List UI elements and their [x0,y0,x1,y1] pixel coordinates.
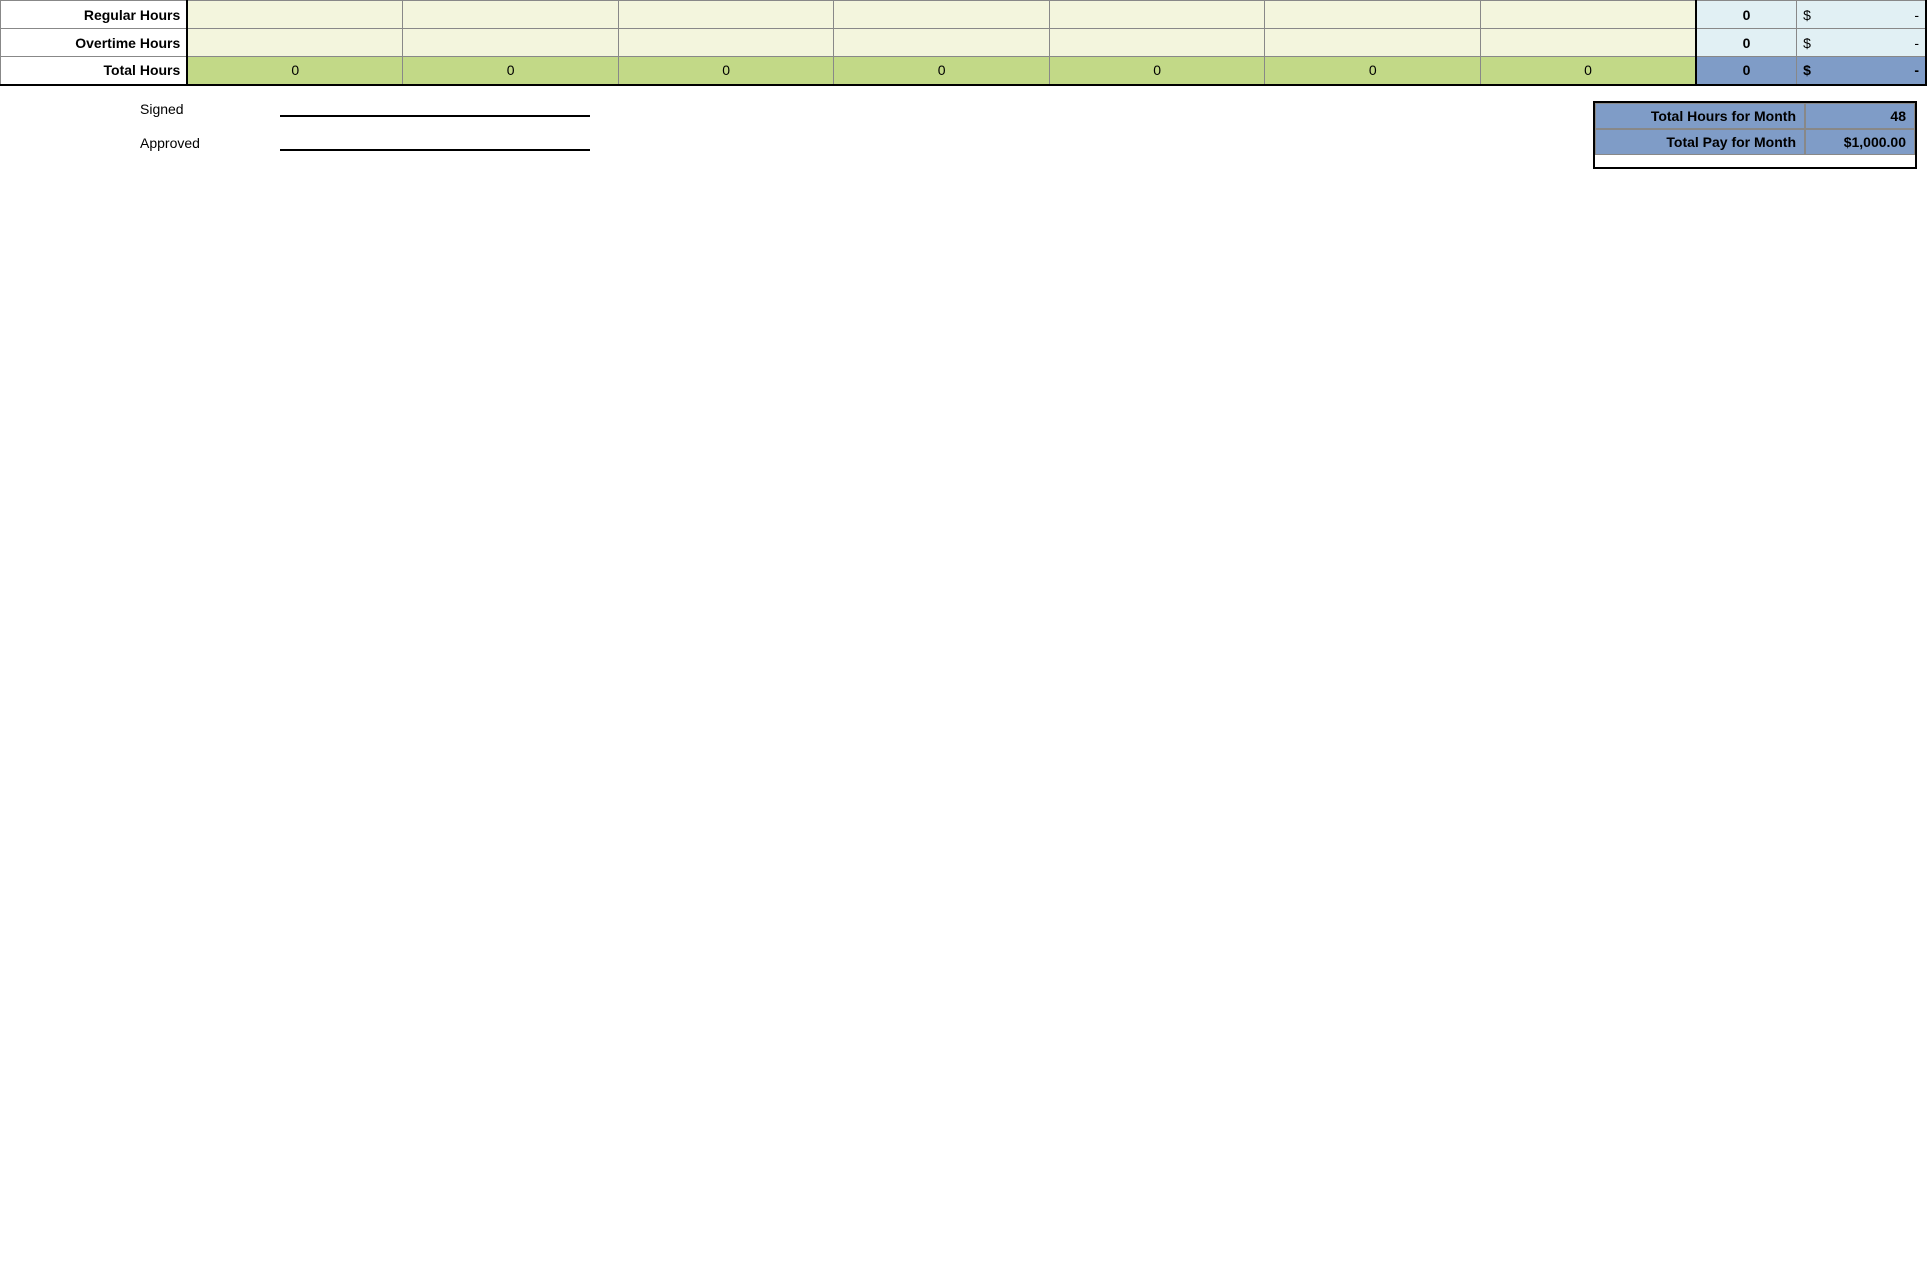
ot-cell[interactable] [1265,29,1481,57]
total-pay-month-value: $1,000.00 [1805,129,1915,155]
tot-cell: 0 [187,57,403,85]
footer-section: Signed Approved Total Hours for Month48 … [0,86,1927,169]
week-ot-total: 0 [1696,29,1797,57]
tot-cell: 0 [403,57,619,85]
overtime-hours-label: Overtime Hours [1,29,188,57]
reg-cell[interactable] [403,1,619,29]
tot-cell: 0 [618,57,834,85]
ot-cell[interactable] [1480,29,1696,57]
total-hours-month-label: Total Hours for Month [1595,103,1805,129]
reg-cell[interactable] [1480,1,1696,29]
signed-label: Signed [140,101,280,117]
tot-cell: 0 [1480,57,1696,85]
ot-cell[interactable] [187,29,403,57]
reg-cell[interactable] [834,1,1050,29]
tot-cell: 0 [1049,57,1265,85]
reg-cell[interactable] [187,1,403,29]
total-hours-month-value: 48 [1805,103,1915,129]
week-ot-pay: $- [1797,29,1926,57]
reg-cell[interactable] [618,1,834,29]
week-reg-total: 0 [1696,1,1797,29]
reg-cell[interactable] [1265,1,1481,29]
signed-line[interactable] [280,115,590,117]
total-hours-label: Total Hours [1,57,188,85]
total-pay-month-label: Total Pay for Month [1595,129,1805,155]
tot-cell: 0 [834,57,1050,85]
ot-cell[interactable] [834,29,1050,57]
month-summary: Total Hours for Month48 Total Pay for Mo… [1593,101,1917,169]
ot-cell[interactable] [618,29,834,57]
ot-cell[interactable] [403,29,619,57]
week-reg-pay: $- [1797,1,1926,29]
week-total-hours: 0 [1696,57,1797,85]
ot-cell[interactable] [1049,29,1265,57]
reg-cell[interactable] [1049,1,1265,29]
regular-hours-label: Regular Hours [1,1,188,29]
approved-line[interactable] [280,149,590,151]
timesheet-table: Regular Hours0$-Overtime Hours0$-Total H… [0,0,1927,86]
approved-label: Approved [140,135,280,151]
tot-cell: 0 [1265,57,1481,85]
week-total-pay: $- [1797,57,1926,85]
